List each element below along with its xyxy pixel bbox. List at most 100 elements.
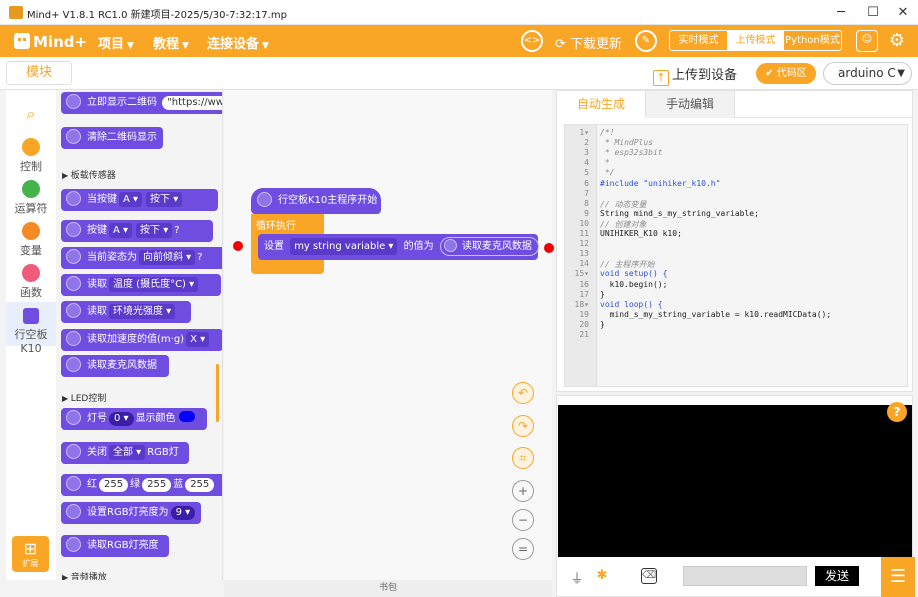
line-number: 12 <box>579 239 589 249</box>
line-number: 4 <box>584 158 589 168</box>
code-line: /*! <box>600 128 615 137</box>
block-button-pressed[interactable]: 按键 A ▾ 按下 ▾? <box>61 220 213 242</box>
code-line: */ <box>600 168 615 178</box>
block-read-temperature[interactable]: 读取 温度 (摄氏度°C) ▾ <box>61 274 221 296</box>
code-line: void loop() { <box>600 299 663 309</box>
block-main-program-start[interactable]: 行空板K10主程序开始 <box>251 188 381 214</box>
palette-scrollbar[interactable] <box>216 364 219 422</box>
line-number: 2 <box>584 138 589 148</box>
gear-icon[interactable]: ⚙ <box>886 30 908 52</box>
category-operators[interactable]: 运算符 <box>6 180 56 216</box>
block-read-acceleration[interactable]: 读取加速度的值(m·g) X ▾ <box>61 329 222 351</box>
line-number: 16 <box>579 279 589 289</box>
tab-manual-edit[interactable]: 手动编辑 <box>646 91 735 118</box>
reporter-read-microphone[interactable]: 读取麦克风数据 <box>439 237 539 256</box>
k10-icon <box>66 191 81 206</box>
functions-dot-icon <box>22 264 40 282</box>
menu-connect-device[interactable]: 连接设备 ▼ <box>207 33 269 52</box>
secondary-toolbar: 模块 ↑ 上传到设备 ✔ 代码区 arduino C ▼ <box>0 57 918 90</box>
extensions-button[interactable]: ⊞ 扩展 <box>12 536 49 572</box>
zoom-in-icon[interactable]: + <box>512 480 534 502</box>
block-led-off[interactable]: 关闭 全部 ▾ RGB灯 <box>61 442 189 464</box>
upload-to-device-button[interactable]: ↑ 上传到设备 <box>653 64 737 86</box>
code-line: * MindPlus <box>600 138 653 148</box>
category-variables[interactable]: 变量 <box>6 222 56 258</box>
mode-switch: 实时模式 上传模式 Python模式 <box>669 30 842 51</box>
code-icon[interactable]: <> <box>521 30 543 52</box>
k10-icon <box>66 504 81 519</box>
block-posture[interactable]: 当前姿态为 向前倾斜 ▾? <box>61 247 222 269</box>
color-swatch[interactable] <box>178 411 195 422</box>
edit-icon[interactable]: ✎ <box>635 30 657 52</box>
chevron-down-icon: ▼ <box>897 68 905 79</box>
robot-icon[interactable]: ☺ <box>856 30 878 52</box>
mode-python[interactable]: Python模式 <box>784 31 841 50</box>
board-select[interactable]: arduino C ▼ <box>823 62 912 85</box>
redo-icon[interactable]: ↷ <box>512 415 534 437</box>
category-functions[interactable]: 函数 <box>6 264 56 300</box>
maximize-button[interactable]: ☐ <box>858 3 888 22</box>
variable-dropdown[interactable]: my string variable ▾ <box>290 238 398 255</box>
clear-output-icon[interactable]: ⌫ <box>641 568 657 584</box>
menu-tutorial[interactable]: 教程 ▼ <box>153 33 189 52</box>
k10-icon <box>66 410 81 425</box>
block-when-button[interactable]: 当按键 A ▾ 按下 ▾ <box>61 189 218 211</box>
minimize-button[interactable]: ─ <box>826 3 856 22</box>
block-set-variable[interactable]: 设置 my string variable ▾ 的值为 读取麦克风数据 <box>258 234 539 260</box>
mode-upload[interactable]: 上传模式 <box>727 31 784 50</box>
line-number: 14 <box>579 259 589 269</box>
operators-dot-icon <box>22 180 40 198</box>
k10-icon <box>66 357 81 372</box>
chevron-down-icon: ▼ <box>182 41 189 51</box>
line-number: 1▾ <box>579 128 589 137</box>
block-read-rgb-brightness[interactable]: 读取RGB灯亮度 <box>61 535 169 557</box>
mindplus-logo: Mind+ <box>12 28 88 54</box>
line-number: 3 <box>584 148 589 158</box>
code-line: } <box>600 289 605 299</box>
code-panel: 自动生成 手动编辑 1▾ 2 3 4 5 6 7 8 9 10 11 12 13 14 15▾ 16 17 18▾… <box>556 90 913 392</box>
menu-project[interactable]: 项目 ▼ <box>98 33 134 52</box>
reset-zoom-icon[interactable]: = <box>512 538 534 560</box>
crop-icon[interactable]: ⌗ <box>512 447 534 469</box>
code-area-toggle[interactable]: ✔ 代码区 <box>756 63 816 84</box>
usb-connect-icon[interactable]: ✱ <box>594 568 610 584</box>
line-number: 13 <box>579 249 589 259</box>
line-number: 5 <box>584 168 589 178</box>
zoom-out-icon[interactable]: − <box>512 509 534 531</box>
code-line: k10.begin(); <box>600 279 668 289</box>
backpack-bar[interactable]: 书包 <box>224 580 552 597</box>
loop-label: 循环执行 <box>256 221 296 232</box>
usb-icon[interactable]: ⏚ <box>569 568 585 587</box>
k10-icon <box>443 239 457 252</box>
block-show-qrcode[interactable]: 立即显示二维码 "https://ww <box>61 92 222 114</box>
tab-auto-generate[interactable]: 自动生成 <box>557 91 646 118</box>
k10-icon <box>66 303 81 318</box>
k10-icon <box>66 276 81 291</box>
block-read-light[interactable]: 读取 环境光强度 ▾ <box>61 301 191 323</box>
block-read-microphone[interactable]: 读取麦克风数据 <box>61 355 169 377</box>
category-k10[interactable]: 行空板K10 <box>6 302 56 355</box>
mode-realtime[interactable]: 实时模式 <box>670 31 727 50</box>
serial-send-input[interactable] <box>683 566 807 586</box>
code-editor[interactable]: 1▾ 2 3 4 5 6 7 8 9 10 11 12 13 14 15▾ 16 17 18▾ 19 20 21 /*!… <box>564 124 908 387</box>
download-update-button[interactable]: ⟳ 下载更新 <box>555 33 622 52</box>
close-button[interactable]: ✕ <box>888 3 918 22</box>
send-button[interactable]: 发送 <box>815 566 859 586</box>
hamburger-menu-icon[interactable]: ☰ <box>881 557 915 597</box>
help-icon[interactable]: ? <box>887 402 907 422</box>
block-clear-qrcode[interactable]: 清除二维码显示 <box>61 127 163 149</box>
k10-icon <box>257 192 272 207</box>
block-led-color[interactable]: 灯号 0 ▾ 显示颜色 <box>61 408 207 430</box>
chevron-down-icon: ▼ <box>262 41 269 51</box>
search-icon[interactable]: ⌕ <box>6 104 56 124</box>
tab-blocks[interactable]: 模块 <box>6 61 72 85</box>
code-line: } <box>600 319 605 329</box>
section-audio: 音频播放 <box>62 570 107 580</box>
code-workspace[interactable]: 行空板K10主程序开始 循环执行 设置 my string variable ▾… <box>224 90 554 580</box>
undo-icon[interactable]: ↶ <box>512 382 534 404</box>
block-rgb-value[interactable]: 红 255 绿 255 蓝 255 <box>61 474 222 496</box>
window-title: Mind+ V1.8.1 RC1.0 新建项目-2025/5/30-7:32:1… <box>27 10 287 21</box>
block-set-rgb-brightness[interactable]: 设置RGB灯亮度为 9 ▾ <box>61 502 201 524</box>
category-control[interactable]: 控制 <box>6 138 56 174</box>
breakpoint-left <box>233 241 243 251</box>
